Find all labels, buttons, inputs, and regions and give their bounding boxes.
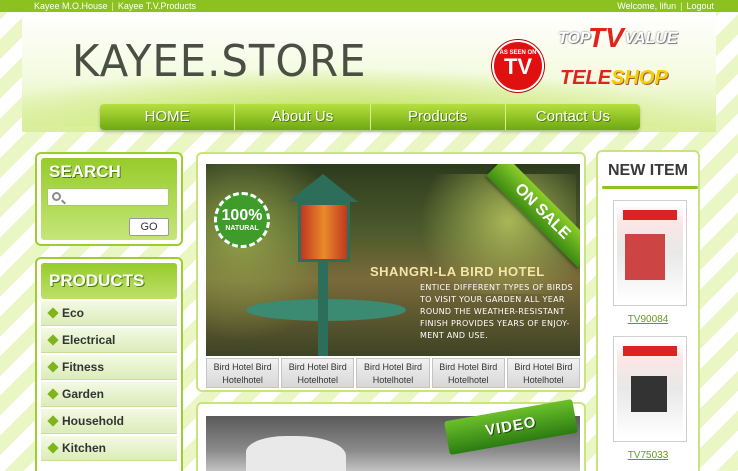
teleshop-shop: SHOP [611,67,668,89]
link-mo-house[interactable]: Kayee M.O.House [34,0,108,12]
title-underline [602,186,698,189]
product-card[interactable] [613,336,687,442]
site-logo[interactable]: KAYEE.STORE [72,36,367,87]
cube-icon [47,307,59,319]
product-header-shape [623,346,677,356]
thumb-tab[interactable]: Bird Hotel Bird Hotelhotel [281,358,355,388]
search-panel: SEARCH GO [35,152,183,246]
product-code-link[interactable]: TV90084 [598,314,698,325]
video-panel: VIDEO [196,398,586,471]
product-image [617,340,683,438]
category-label: Electrical [62,332,116,347]
category-garden[interactable]: Garden [41,382,177,407]
divider: | [680,1,683,11]
logout-link[interactable]: Logout [686,0,714,12]
top-bar: Kayee M.O.House | Kayee T.V.Products Wel… [0,0,738,12]
product-image [617,204,683,302]
products-title: PRODUCTS [41,263,177,299]
nav-about-us[interactable]: About Us [235,104,371,130]
cube-icon [47,388,59,400]
category-electrical[interactable]: Electrical [41,328,177,353]
thumb-tab[interactable]: Bird Hotel Bird Hotelhotel [356,358,430,388]
product-header-shape [623,210,677,220]
featured-panel: 100% NATURAL ON SALE SHANGRI-LA BIRD HOT… [196,152,586,392]
divider: | [111,1,114,11]
cube-icon [47,442,59,454]
category-eco[interactable]: Eco [41,301,177,326]
search-title: SEARCH [49,162,121,181]
as-seen-on-tv-logo: AS SEEN ON TV [492,40,544,92]
top-value-tv: TV [588,22,624,53]
search-input[interactable] [66,191,166,204]
search-inner: SEARCH GO [41,158,177,240]
category-label: Household [62,413,124,428]
featured-banner[interactable]: 100% NATURAL ON SALE SHANGRI-LA BIRD HOT… [206,164,580,356]
category-label: Garden [62,386,105,401]
badge-percent: 100% [221,207,263,224]
top-value-top: TOP [558,30,591,47]
category-kitchen[interactable]: Kitchen [41,436,177,461]
category-label: Fitness [62,359,105,374]
search-field-wrapper [47,188,169,206]
product-shape [631,376,667,412]
natural-guarantee-badge: 100% NATURAL [214,192,270,248]
go-button[interactable]: GO [129,218,169,236]
top-value-value: VALUE [624,30,678,47]
category-label: Eco [62,305,85,320]
welcome-text: Welcome, lifun [617,1,677,11]
new-item-title: NEW ITEM [608,162,688,179]
user-links: Welcome, lifun | Logout [617,0,714,12]
product-card[interactable] [613,200,687,306]
teleshop-tele: TELE [560,67,612,89]
product-shape [625,234,665,280]
nav-home[interactable]: HOME [100,104,236,130]
thumb-tab[interactable]: Bird Hotel Bird Hotelhotel [431,358,505,388]
new-item-panel: NEW ITEM TV90084 TV75033 [596,150,700,471]
top-value-logo: TOP TV VALUE [558,22,678,53]
link-tv-products[interactable]: Kayee T.V.Products [118,0,196,12]
bird-feeder-image [298,202,350,262]
badge-natural: NATURAL [225,225,259,232]
bird-feeder-pole [318,260,328,356]
thumb-tab[interactable]: Bird Hotel Bird Hotelhotel [506,358,581,388]
cube-icon [47,361,59,373]
banner-description: ENTICE DIFFERENT TYPES OF BIRDS TO VISIT… [420,283,573,340]
products-panel: PRODUCTS Eco Electrical Fitness Garden H… [35,257,183,471]
banner-thumbnails: Bird Hotel Bird Hotelhotel Bird Hotel Bi… [206,358,581,388]
category-household[interactable]: Household [41,409,177,434]
category-fitness[interactable]: Fitness [41,355,177,380]
nav-contact-us[interactable]: Contact Us [506,104,640,130]
thumb-tab[interactable]: Bird Hotel Bird Hotelhotel [206,358,280,388]
top-links: Kayee M.O.House | Kayee T.V.Products [34,0,196,12]
as-seen-tv-text: TV [503,54,533,79]
cube-icon [47,334,59,346]
product-code-link[interactable]: TV75033 [598,450,698,461]
teleshop-logo: TELESHOP [560,67,668,90]
category-label: Kitchen [62,440,107,455]
video-image-shape [246,436,346,471]
main-nav: HOME About Us Products Contact Us [100,104,640,130]
search-icon [52,192,61,201]
banner-title: SHANGRI-LA BIRD HOTEL [370,264,545,279]
cube-icon [47,415,59,427]
nav-products[interactable]: Products [371,104,506,130]
